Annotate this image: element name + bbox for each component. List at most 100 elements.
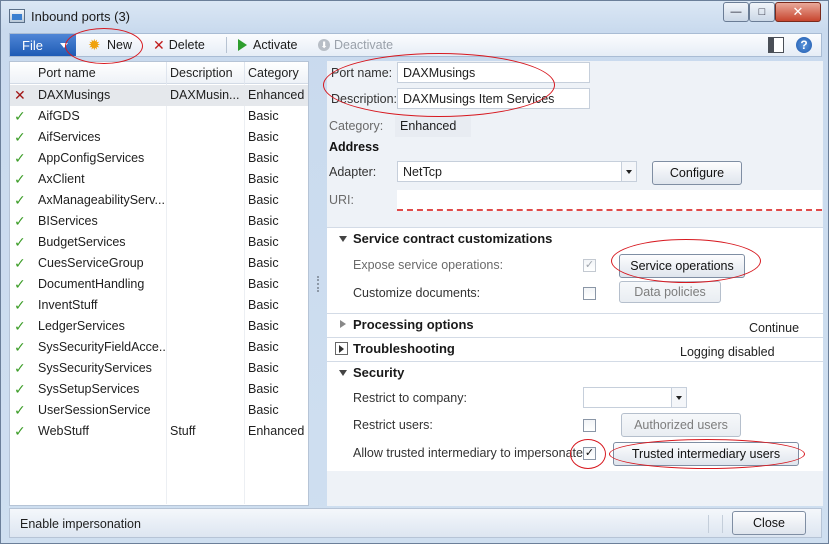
authorized-users-button[interactable]: Authorized users <box>621 413 741 437</box>
column-header-description[interactable]: Description <box>170 66 233 80</box>
trusted-intermediary-users-button[interactable]: Trusted intermediary users <box>613 442 799 466</box>
table-row[interactable]: ✓ BIServices Basic <box>10 211 308 232</box>
collapse-arrow-icon[interactable] <box>339 236 347 242</box>
close-button[interactable]: Close <box>732 511 806 535</box>
port-name-label: Port name: <box>331 66 393 80</box>
table-row[interactable]: ✓ BudgetServices Basic <box>10 232 308 253</box>
table-row[interactable]: ✓ InventStuff Basic <box>10 295 308 316</box>
processing-options-title[interactable]: Processing options <box>353 317 474 332</box>
check-icon: ✓ <box>14 423 26 439</box>
table-row[interactable]: ✓ UserSessionService Basic <box>10 400 308 421</box>
service-contract-title[interactable]: Service contract customizations <box>353 231 552 246</box>
adapter-value: NetTcp <box>403 165 442 179</box>
close-window-button[interactable]: ✕ <box>775 2 821 22</box>
check-icon: ✓ <box>14 339 26 355</box>
row-category: Basic <box>248 151 279 165</box>
maximize-button[interactable]: □ <box>749 2 775 22</box>
row-category: Basic <box>248 130 279 144</box>
minimize-button[interactable]: — <box>723 2 749 22</box>
table-row[interactable]: ✓ DocumentHandling Basic <box>10 274 308 295</box>
deactivate-label: Deactivate <box>334 38 394 52</box>
column-divider <box>166 62 167 84</box>
expose-operations-checkbox[interactable]: ✓ <box>583 259 596 272</box>
uri-label: URI: <box>329 193 354 207</box>
security-section: Security Restrict to company: Restrict u… <box>327 361 823 471</box>
adapter-select[interactable]: NetTcp <box>397 161 637 182</box>
check-icon: ✓ <box>14 213 26 229</box>
new-button[interactable]: ✹ New <box>88 34 132 56</box>
file-menu-button[interactable]: File <box>10 34 76 56</box>
new-star-icon: ✹ <box>88 36 101 54</box>
table-row[interactable]: ✓ AxManageabilityServ... Basic <box>10 190 308 211</box>
check-icon: ✓ <box>14 297 26 313</box>
deactivate-button[interactable]: ⬇ Deactivate <box>318 34 393 56</box>
expand-arrow-icon[interactable] <box>335 342 348 355</box>
error-icon: ✕ <box>14 87 26 103</box>
processing-status: Continue <box>749 321 800 335</box>
title-bar: Inbound ports (3) — □ ✕ <box>1 1 828 31</box>
column-header-port-name[interactable]: Port name <box>38 66 96 80</box>
service-operations-button[interactable]: Service operations <box>619 254 745 278</box>
action-pane: File ✹ New ✕ Delete Activate ⬇ Deactivat… <box>9 33 822 57</box>
grid-header: Port name Description Category <box>10 62 308 84</box>
check-icon: ✓ <box>14 129 26 145</box>
category-label: Category: <box>329 119 384 133</box>
row-port-name: AifServices <box>38 130 101 144</box>
chevron-down-icon[interactable] <box>621 162 636 181</box>
customize-documents-label: Customize documents: <box>353 286 481 300</box>
row-category: Enhanced <box>248 88 305 102</box>
check-icon: ✓ <box>14 360 26 376</box>
uri-field[interactable] <box>397 190 822 211</box>
column-header-category[interactable]: Category <box>248 66 299 80</box>
row-category: Basic <box>248 340 279 354</box>
restrict-users-checkbox[interactable] <box>583 419 596 432</box>
row-port-name: DocumentHandling <box>38 277 145 291</box>
check-icon: ✓ <box>14 108 26 124</box>
chevron-down-icon[interactable] <box>671 388 686 407</box>
table-row[interactable]: ✓ AifServices Basic <box>10 127 308 148</box>
app-icon <box>9 9 25 23</box>
category-value: Enhanced <box>395 116 471 137</box>
row-category: Basic <box>248 193 279 207</box>
status-bar: Enable impersonation Close <box>9 508 822 538</box>
table-row[interactable]: ✓ LedgerServices Basic <box>10 316 308 337</box>
row-port-name: SysSecurityFieldAcce... <box>38 340 166 354</box>
troubleshooting-title[interactable]: Troubleshooting <box>353 341 455 356</box>
pane-splitter[interactable] <box>317 276 321 292</box>
expand-arrow-icon[interactable] <box>340 320 346 328</box>
data-policies-button[interactable]: Data policies <box>619 281 721 303</box>
check-icon: ✓ <box>14 318 26 334</box>
table-row[interactable]: ✓ CuesServiceGroup Basic <box>10 253 308 274</box>
row-category: Basic <box>248 361 279 375</box>
table-row[interactable]: ✓ AifGDS Basic <box>10 106 308 127</box>
allow-trusted-label: Allow trusted intermediary to impersonat… <box>353 446 587 460</box>
table-row[interactable]: ✓ AppConfigServices Basic <box>10 148 308 169</box>
customize-documents-checkbox[interactable] <box>583 287 596 300</box>
help-icon[interactable]: ? <box>796 37 812 53</box>
troubleshooting-status: Logging disabled <box>680 345 775 359</box>
table-row[interactable]: ✓ SysSetupServices Basic <box>10 379 308 400</box>
restrict-users-label: Restrict users: <box>353 418 433 432</box>
security-title[interactable]: Security <box>353 365 404 380</box>
description-label: Description: <box>331 92 397 106</box>
row-port-name: AxClient <box>38 172 85 186</box>
port-name-field[interactable]: DAXMusings <box>397 62 590 83</box>
delete-label: Delete <box>168 38 205 52</box>
activate-button[interactable]: Activate <box>238 34 297 56</box>
check-icon: ✓ <box>14 255 26 271</box>
collapse-arrow-icon[interactable] <box>339 370 347 376</box>
configure-button[interactable]: Configure <box>652 161 742 185</box>
description-field[interactable]: DAXMusings Item Services <box>397 88 590 109</box>
table-row[interactable]: ✓ AxClient Basic <box>10 169 308 190</box>
row-port-name: BIServices <box>38 214 98 228</box>
table-row[interactable]: ✓ WebStuff Stuff Enhanced <box>10 421 308 442</box>
allow-trusted-checkbox[interactable]: ✓ <box>583 447 596 460</box>
row-category: Enhanced <box>248 424 305 438</box>
delete-button[interactable]: ✕ Delete <box>153 34 205 56</box>
table-row[interactable]: ✓ SysSecurityServices Basic <box>10 358 308 379</box>
expose-operations-label: Expose service operations: <box>353 258 504 272</box>
table-row[interactable]: ✕ DAXMusings DAXMusin... Enhanced <box>10 85 308 106</box>
table-row[interactable]: ✓ SysSecurityFieldAcce... Basic <box>10 337 308 358</box>
restrict-company-select[interactable] <box>583 387 687 408</box>
layout-icon[interactable] <box>768 37 784 53</box>
